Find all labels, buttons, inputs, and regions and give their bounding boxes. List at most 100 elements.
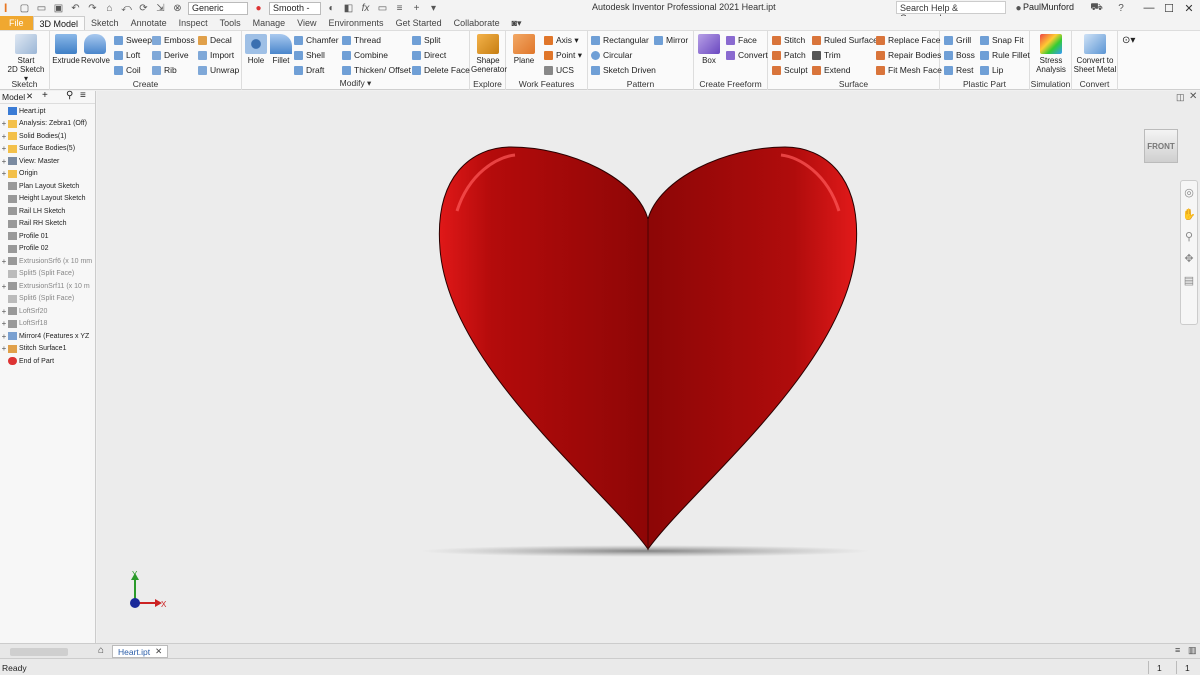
tab-collaborate[interactable]: Collaborate <box>448 16 506 30</box>
browser-tree-item[interactable]: + LoftSrf18 <box>0 318 96 330</box>
tab-manage[interactable]: Manage <box>247 16 292 30</box>
undo-icon[interactable]: ↶ <box>69 2 82 14</box>
stitch-button[interactable]: Stitch <box>772 34 805 46</box>
import-button[interactable]: Import <box>198 49 234 61</box>
thread-button[interactable]: Thread <box>342 34 381 46</box>
tab-environments[interactable]: Environments <box>323 16 390 30</box>
qat-dropdown-icon[interactable]: ▾ <box>427 2 440 14</box>
unwrap-button[interactable]: Unwrap <box>198 64 239 76</box>
ribbon-options-icon[interactable]: ◙▾ <box>506 16 528 30</box>
adjust-icon[interactable]: ◐ <box>325 2 338 14</box>
add-icon[interactable]: + <box>410 2 423 14</box>
browser-tree-item[interactable]: + Solid Bodies(1) <box>0 130 96 142</box>
graphics-viewport[interactable]: ◫ ✕ Y X FRONT ◎ ✋ ⚲ ✥ ▤ <box>97 91 1200 643</box>
tab-inspect[interactable]: Inspect <box>173 16 214 30</box>
home-icon[interactable]: ⌂ <box>103 2 116 14</box>
fit-mesh-face-button[interactable]: Fit Mesh Face <box>876 64 942 76</box>
emboss-button[interactable]: Emboss <box>152 34 195 46</box>
rule-fillet-button[interactable]: Rule Fillet <box>980 49 1030 61</box>
browser-tree-item[interactable]: Rail RH Sketch <box>0 218 96 230</box>
browser-tree-item[interactable]: + Analysis: Zebra1 (Off) <box>0 118 96 130</box>
decal-button[interactable]: Decal <box>198 34 232 46</box>
lip-button[interactable]: Lip <box>980 64 1003 76</box>
orbit-icon[interactable]: ✥ <box>1182 251 1196 265</box>
steering-wheel-icon[interactable]: ◎ <box>1182 185 1196 199</box>
trim-button[interactable]: Trim <box>812 49 841 61</box>
browser-tree-item[interactable]: + Surface Bodies(5) <box>0 143 96 155</box>
draft-button[interactable]: Draft <box>294 64 324 76</box>
coil-button[interactable]: Coil <box>114 64 141 76</box>
browser-add-icon[interactable]: + <box>42 90 48 101</box>
visual-style-select[interactable]: Smooth - <box>269 1 321 15</box>
close-button[interactable]: ✕ <box>1180 0 1198 16</box>
plane-button[interactable]: Plane <box>510 34 538 65</box>
snap-fit-button[interactable]: Snap Fit <box>980 34 1024 46</box>
axis-button[interactable]: Axis ▾ <box>544 34 579 46</box>
expand-icon[interactable]: + <box>0 144 8 153</box>
expand-icon[interactable]: + <box>0 157 8 166</box>
sweep-button[interactable]: Sweep <box>114 34 152 46</box>
tab-annotate[interactable]: Annotate <box>125 16 173 30</box>
start-2d-sketch-button[interactable]: Start 2D Sketch ▾ <box>6 34 46 83</box>
measure-icon[interactable]: ▭ <box>376 2 389 14</box>
help-icon[interactable]: ? <box>1110 2 1132 14</box>
rib-button[interactable]: Rib <box>152 64 177 76</box>
expand-icon[interactable]: + <box>0 319 8 328</box>
stress-analysis-button[interactable]: Stress Analysis <box>1032 34 1070 74</box>
browser-tree-item[interactable]: + Origin <box>0 168 96 180</box>
shape-generator-button[interactable]: Shape Generator <box>471 34 507 74</box>
browser-tree-item[interactable]: Profile 01 <box>0 230 96 242</box>
expand-icon[interactable]: + <box>0 282 8 291</box>
extend-button[interactable]: Extend <box>812 64 850 76</box>
fillet-button[interactable]: Fillet <box>269 34 293 65</box>
ruled-surface-button[interactable]: Ruled Surface <box>812 34 878 46</box>
redo-icon[interactable]: ↷ <box>86 2 99 14</box>
new-file-icon[interactable]: ▢ <box>18 2 31 14</box>
revolve-button[interactable]: Revolve <box>81 34 110 65</box>
browser-tree-item[interactable]: Rail LH Sketch <box>0 205 96 217</box>
patch-button[interactable]: Patch <box>772 49 806 61</box>
browser-tree-item[interactable]: Profile 02 <box>0 243 96 255</box>
tab-view[interactable]: View <box>291 16 322 30</box>
browser-tree-item[interactable]: + ExtrusionSrf6 (x 10 mm <box>0 255 96 267</box>
tab-sketch[interactable]: Sketch <box>85 16 125 30</box>
fx-parameters-icon[interactable]: fx <box>359 2 372 14</box>
combine-button[interactable]: Combine <box>342 49 388 61</box>
replace-face-button[interactable]: Replace Face <box>876 34 940 46</box>
mirror-button[interactable]: Mirror <box>654 34 688 46</box>
browser-tree-item[interactable]: Height Layout Sketch <box>0 193 96 205</box>
browser-tree-item[interactable]: Heart.ipt <box>0 105 96 117</box>
viewcube[interactable]: FRONT <box>1144 129 1178 163</box>
tab-list-icon[interactable]: ≡ <box>1175 645 1180 655</box>
browser-tree-item[interactable]: + Mirror4 (Features x YZ <box>0 330 96 342</box>
look-at-icon[interactable]: ▤ <box>1182 273 1196 287</box>
zoom-icon[interactable]: ⚲ <box>1182 229 1196 243</box>
inventor-logo-icon[interactable]: I <box>4 1 14 15</box>
expand-icon[interactable]: + <box>0 119 8 128</box>
thicken-offset-button[interactable]: Thicken/ Offset <box>342 64 411 76</box>
convert-freeform-button[interactable]: Convert <box>726 49 768 61</box>
point-button[interactable]: Point ▾ <box>544 49 582 61</box>
expand-icon[interactable]: + <box>0 332 8 341</box>
panel-title-modify[interactable]: Modify ▾ <box>242 78 469 89</box>
browser-close-icon[interactable]: ✕ <box>26 91 33 102</box>
direct-button[interactable]: Direct <box>412 49 446 61</box>
update-icon[interactable]: ⟳ <box>137 2 150 14</box>
rectangular-pattern-button[interactable]: Rectangular <box>591 34 649 46</box>
browser-tree-item[interactable]: + View: Master <box>0 155 96 167</box>
browser-tree-item[interactable]: End of Part <box>0 355 96 367</box>
sketch-driven-pattern-button[interactable]: Sketch Driven <box>591 64 656 76</box>
browser-tree-item[interactable]: + LoftSrf20 <box>0 305 96 317</box>
user-name[interactable]: PaulMunford <box>1023 2 1074 12</box>
tile-windows-icon[interactable]: ▥ <box>1188 645 1197 656</box>
grill-button[interactable]: Grill <box>944 34 971 46</box>
doc-tab-heart[interactable]: Heart.ipt ✕ <box>112 645 169 658</box>
convert-to-sheet-metal-button[interactable]: Convert to Sheet Metal <box>1073 34 1117 74</box>
browser-tree-item[interactable]: Split5 (Split Face) <box>0 268 96 280</box>
split-button[interactable]: Split <box>412 34 441 46</box>
maximize-button[interactable]: ☐ <box>1160 0 1178 16</box>
tab-file[interactable]: File <box>0 16 33 30</box>
expand-icon[interactable]: + <box>0 169 8 178</box>
browser-tree-item[interactable]: Split6 (Split Face) <box>0 293 96 305</box>
face-freeform-button[interactable]: Face <box>726 34 757 46</box>
